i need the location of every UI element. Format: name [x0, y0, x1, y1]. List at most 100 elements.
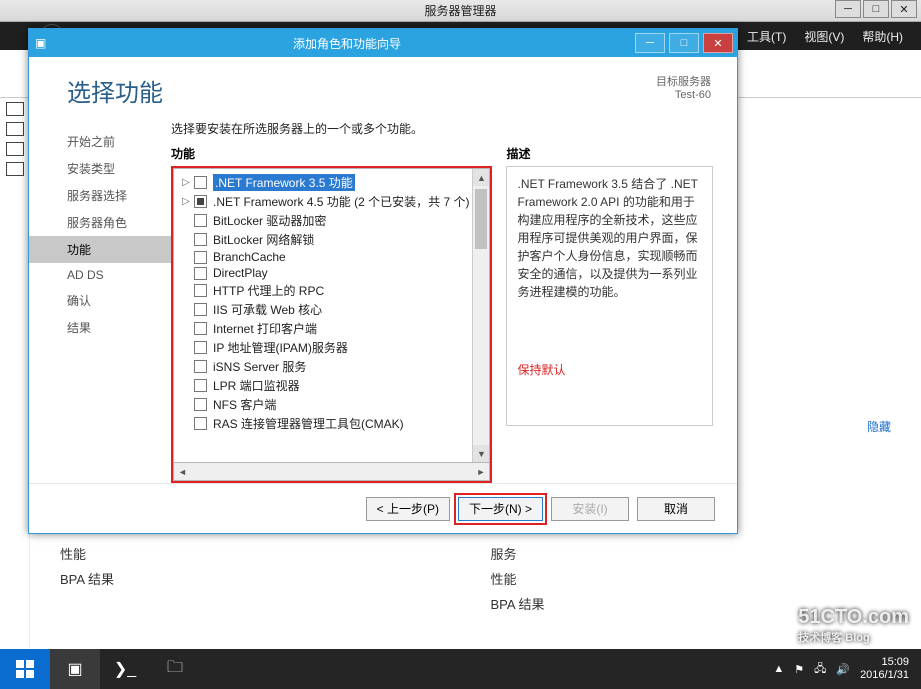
menu-view[interactable]: 视图(V)	[804, 28, 844, 45]
tray-up-icon[interactable]: ▲	[773, 663, 784, 675]
scroll-left-icon[interactable]: ◄	[174, 467, 191, 477]
install-button: 安装(I)	[551, 497, 629, 521]
wizard-nav-item[interactable]: 安装类型	[29, 155, 171, 182]
cancel-button[interactable]: 取消	[637, 497, 715, 521]
next-button[interactable]: 下一步(N) >	[458, 497, 543, 521]
feature-item[interactable]: ▷ .NET Framework 4.5 功能 (2 个已安装，共 7 个)	[178, 192, 471, 211]
wizard-prompt: 选择要安装在所选服务器上的一个或多个功能。	[171, 120, 713, 137]
feature-label: .NET Framework 4.5 功能 (2 个已安装，共 7 个)	[213, 193, 469, 210]
parent-close-button[interactable]: ✕	[891, 0, 917, 18]
watermark: 51CTO.com 技术博客 Blog	[798, 606, 909, 645]
feature-label: NFS 客户端	[213, 396, 276, 413]
feature-item[interactable]: BitLocker 网络解锁	[178, 230, 471, 249]
expand-icon[interactable]: ▷	[180, 196, 192, 207]
wizard-nav-item[interactable]: 确认	[29, 287, 171, 314]
wizard-heading: 选择功能	[67, 73, 163, 108]
features-box-highlight: ▷.NET Framework 3.5 功能▷.NET Framework 4.…	[171, 166, 492, 483]
feature-label: BitLocker 驱动器加密	[213, 212, 326, 229]
feature-checkbox[interactable]	[194, 398, 207, 411]
hide-link[interactable]: 隐藏	[867, 418, 891, 435]
scroll-right-icon[interactable]: ►	[472, 467, 489, 477]
feature-label: BranchCache	[213, 250, 286, 264]
scroll-thumb[interactable]	[475, 189, 487, 249]
parent-minimize-button[interactable]: ─	[835, 0, 861, 18]
wizard-nav-item[interactable]: 服务器角色	[29, 209, 171, 236]
rail-tile-icon[interactable]	[6, 142, 24, 156]
features-label: 功能	[171, 145, 492, 162]
wizard-nav-item[interactable]: 结果	[29, 314, 171, 341]
feature-checkbox[interactable]	[194, 303, 207, 316]
feature-checkbox[interactable]	[194, 417, 207, 430]
wizard-nav-item[interactable]: 开始之前	[29, 128, 171, 155]
scroll-down-icon[interactable]: ▼	[473, 445, 489, 462]
wizard-nav-item[interactable]: AD DS	[29, 263, 171, 287]
wizard-minimize-button[interactable]: ─	[635, 33, 665, 53]
feature-item[interactable]: RAS 连接管理器管理工具包(CMAK)	[178, 414, 471, 433]
feature-label: Internet 打印客户端	[213, 320, 317, 337]
feature-item[interactable]: HTTP 代理上的 RPC	[178, 281, 471, 300]
dash-item: 性能	[491, 569, 892, 588]
feature-checkbox[interactable]	[194, 176, 207, 189]
feature-item[interactable]: LPR 端口监视器	[178, 376, 471, 395]
vertical-scrollbar[interactable]: ▲ ▼	[472, 169, 489, 462]
parent-maximize-button[interactable]: □	[863, 0, 889, 18]
wizard-close-button[interactable]: ✕	[703, 33, 733, 53]
wizard-maximize-button[interactable]: □	[669, 33, 699, 53]
taskbar-clock[interactable]: 15:09 2016/1/31	[860, 656, 909, 682]
taskbar-date: 2016/1/31	[860, 669, 909, 682]
feature-checkbox[interactable]	[194, 214, 207, 227]
feature-item[interactable]: DirectPlay	[178, 265, 471, 281]
windows-logo-icon	[16, 660, 34, 678]
feature-item[interactable]: iSNS Server 服务	[178, 357, 471, 376]
feature-item[interactable]: NFS 客户端	[178, 395, 471, 414]
start-button[interactable]	[0, 649, 50, 689]
feature-label: RAS 连接管理器管理工具包(CMAK)	[213, 415, 404, 432]
taskbar-powershell-button[interactable]: ❯_	[100, 649, 150, 689]
dash-item: 性能	[60, 544, 461, 563]
feature-checkbox[interactable]	[194, 233, 207, 246]
feature-checkbox[interactable]	[194, 379, 207, 392]
feature-label: DirectPlay	[213, 266, 268, 280]
target-server-value: Test-60	[656, 89, 711, 101]
rail-tile-icon[interactable]	[6, 102, 24, 116]
tray-network-icon[interactable]: 🖧	[814, 660, 826, 679]
feature-checkbox[interactable]	[194, 195, 207, 208]
feature-item[interactable]: ▷.NET Framework 3.5 功能	[178, 173, 471, 192]
taskbar: ▣ ❯_ 🗀 ▲ ⚑ 🖧 🔊 15:09 2016/1/31	[0, 649, 921, 689]
feature-item[interactable]: IP 地址管理(IPAM)服务器	[178, 338, 471, 357]
wizard-nav-item[interactable]: 功能	[29, 236, 171, 263]
dash-item: 服务	[491, 544, 892, 563]
scroll-up-icon[interactable]: ▲	[473, 169, 489, 186]
feature-checkbox[interactable]	[194, 341, 207, 354]
tray-volume-icon[interactable]: 🔊	[836, 663, 850, 676]
feature-checkbox[interactable]	[194, 251, 207, 264]
wizard-footer: < 上一步(P) 下一步(N) > 安装(I) 取消	[29, 483, 737, 533]
expand-icon[interactable]: ▷	[180, 177, 192, 188]
wizard-titlebar[interactable]: ▣ 添加角色和功能向导 ─ □ ✕	[29, 29, 737, 57]
previous-button[interactable]: < 上一步(P)	[366, 497, 450, 521]
feature-checkbox[interactable]	[194, 267, 207, 280]
taskbar-explorer-button[interactable]: 🗀	[150, 649, 200, 689]
feature-item[interactable]: IIS 可承载 Web 核心	[178, 300, 471, 319]
parent-title: 服务器管理器	[424, 2, 496, 19]
keep-default-annotation: 保持默认	[517, 361, 702, 379]
menu-help[interactable]: 帮助(H)	[862, 28, 903, 45]
menu-tools[interactable]: 工具(T)	[747, 28, 786, 45]
feature-item[interactable]: Internet 打印客户端	[178, 319, 471, 338]
feature-label: BitLocker 网络解锁	[213, 231, 314, 248]
rail-tile-icon[interactable]	[6, 162, 24, 176]
tray-flag-icon[interactable]: ⚑	[794, 663, 804, 676]
horizontal-scrollbar[interactable]: ◄ ►	[173, 463, 490, 481]
feature-item[interactable]: BranchCache	[178, 249, 471, 265]
feature-label: LPR 端口监视器	[213, 377, 300, 394]
feature-item[interactable]: BitLocker 驱动器加密	[178, 211, 471, 230]
wizard-nav-item[interactable]: 服务器选择	[29, 182, 171, 209]
description-box: .NET Framework 3.5 结合了 .NET Framework 2.…	[506, 166, 713, 426]
feature-checkbox[interactable]	[194, 322, 207, 335]
rail-tile-icon[interactable]	[6, 122, 24, 136]
taskbar-server-manager-button[interactable]: ▣	[50, 649, 100, 689]
feature-checkbox[interactable]	[194, 284, 207, 297]
features-list[interactable]: ▷.NET Framework 3.5 功能▷.NET Framework 4.…	[173, 168, 490, 463]
parent-titlebar: 服务器管理器 ─ □ ✕	[0, 0, 921, 22]
feature-checkbox[interactable]	[194, 360, 207, 373]
